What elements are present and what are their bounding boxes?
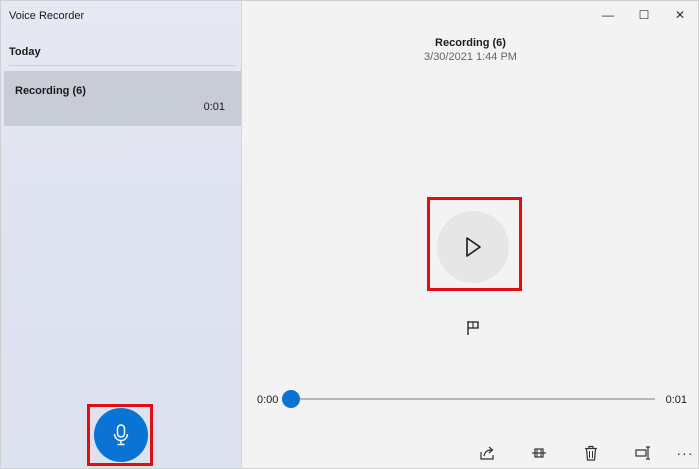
recording-duration: 0:01 — [203, 101, 225, 113]
time-total: 0:01 — [665, 394, 687, 406]
trim-icon — [531, 445, 547, 461]
maximize-button[interactable]: ☐ — [626, 1, 662, 29]
recording-list-item[interactable]: Recording (6) 0:01 — [4, 71, 241, 126]
voice-recorder-window: Voice Recorder Today Recording (6) 0:01 … — [0, 0, 699, 469]
app-title: Voice Recorder — [9, 10, 85, 22]
rename-icon — [635, 445, 651, 461]
delete-button[interactable] — [579, 441, 603, 465]
record-button[interactable] — [94, 408, 148, 462]
window-controls: — ☐ ✕ — [590, 1, 698, 29]
more-options-button[interactable]: ··· — [673, 441, 697, 465]
share-icon — [479, 445, 495, 461]
add-marker-button[interactable] — [465, 319, 481, 337]
close-button[interactable]: ✕ — [662, 1, 698, 29]
sidebar: Voice Recorder Today Recording (6) 0:01 — [1, 1, 242, 468]
time-elapsed: 0:00 — [257, 394, 279, 406]
bottom-toolbar: ··· — [243, 441, 698, 465]
trim-button[interactable] — [527, 441, 551, 465]
flag-icon — [466, 320, 480, 336]
seek-thumb[interactable] — [282, 390, 300, 408]
rename-button[interactable] — [631, 441, 655, 465]
recording-title: Recording (6) — [435, 37, 506, 49]
section-header-today: Today — [9, 46, 41, 58]
microphone-icon — [112, 423, 130, 447]
trash-icon — [583, 445, 599, 461]
seek-track[interactable] — [291, 398, 655, 400]
minimize-button[interactable]: — — [590, 1, 626, 29]
player-pane: — ☐ ✕ Recording (6) 3/30/2021 1:44 PM 0:… — [243, 1, 698, 468]
play-icon — [463, 236, 483, 258]
recording-name: Recording (6) — [15, 85, 86, 97]
play-button[interactable] — [437, 211, 509, 283]
section-divider — [9, 65, 235, 66]
share-button[interactable] — [475, 441, 499, 465]
recording-date: 3/30/2021 1:44 PM — [424, 51, 517, 63]
